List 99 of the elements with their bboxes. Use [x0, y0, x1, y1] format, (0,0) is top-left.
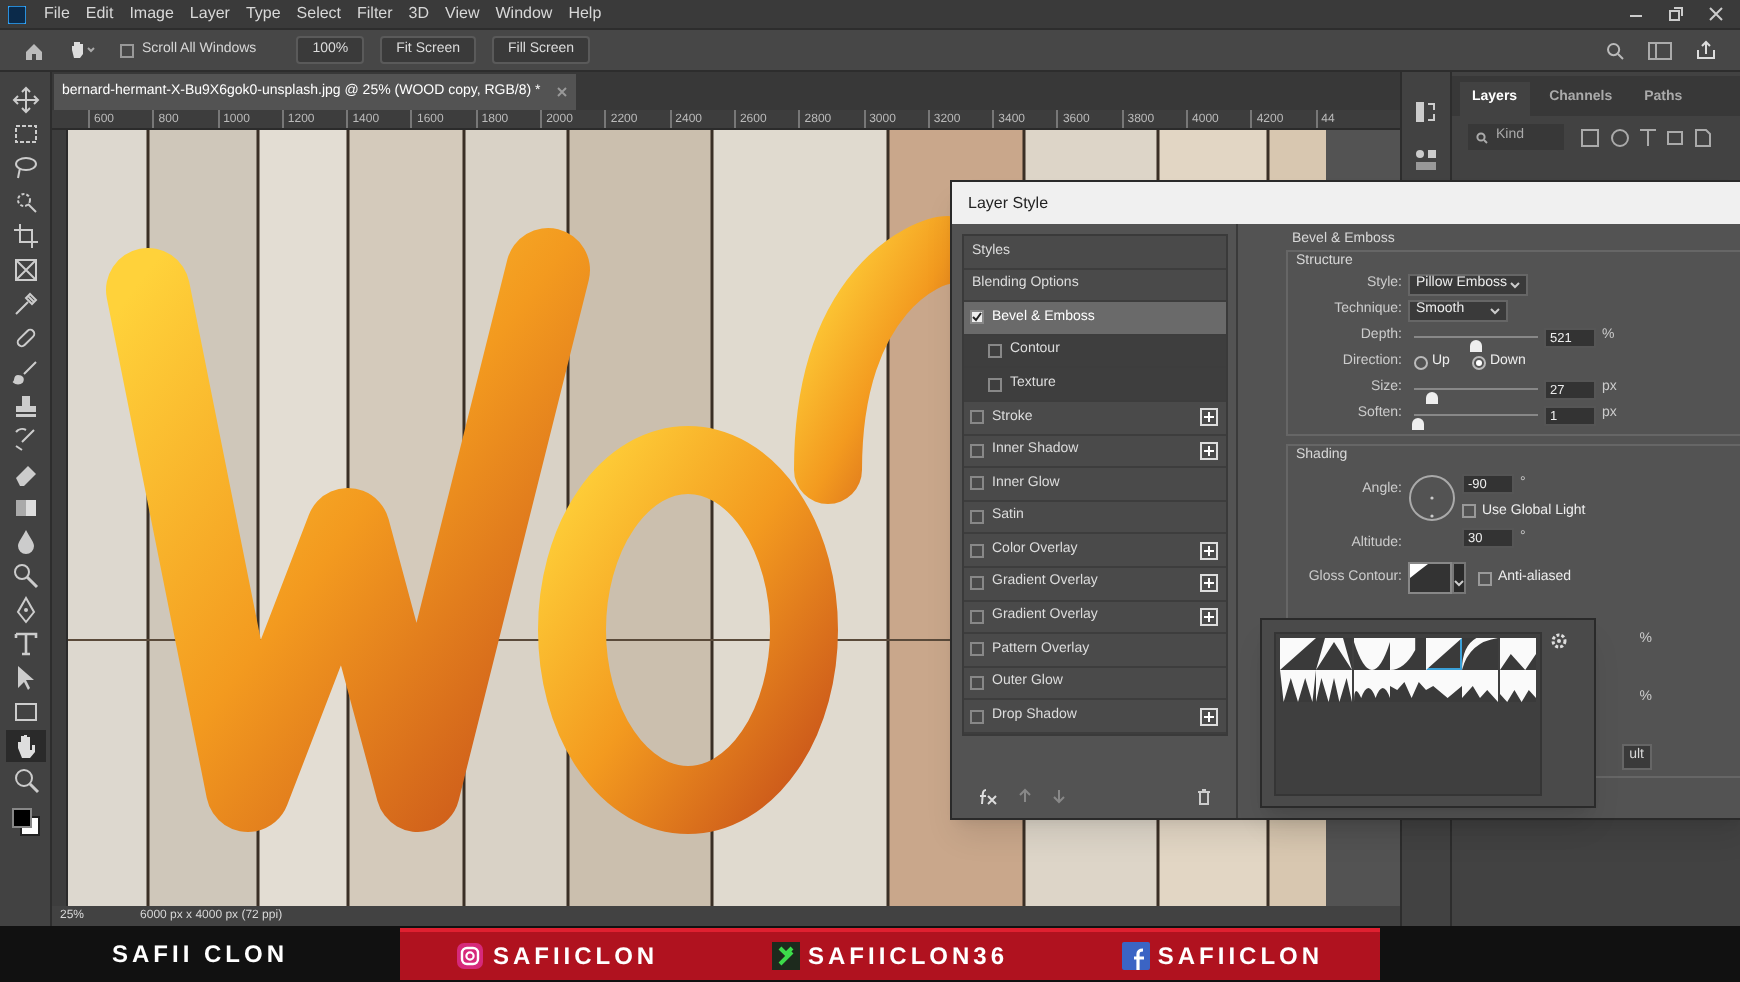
gear-icon[interactable] — [1550, 632, 1568, 650]
menu-item[interactable]: View — [445, 2, 480, 26]
home-icon[interactable] — [24, 41, 44, 59]
dropdown-button[interactable] — [1452, 562, 1466, 594]
type-tool-icon — [11, 630, 39, 658]
contour-preset[interactable] — [1280, 670, 1316, 702]
history-icon[interactable] — [1414, 100, 1438, 124]
chevron-down-icon — [1490, 307, 1500, 315]
gradient-tool-icon — [11, 494, 39, 522]
menu-item[interactable]: Filter — [357, 2, 393, 26]
menu-item[interactable]: 3D — [408, 2, 430, 26]
frame-tool-icon — [11, 256, 39, 284]
menu-item[interactable]: Type — [245, 2, 281, 26]
checkbox[interactable] — [988, 344, 1002, 359]
search-icon — [1476, 131, 1488, 143]
workspace-icon[interactable] — [1648, 41, 1672, 59]
radio-button[interactable] — [1414, 356, 1428, 370]
add-icon[interactable] — [1200, 541, 1218, 560]
hand-icon[interactable] — [68, 40, 96, 60]
brush-tool-icon — [11, 358, 39, 386]
fx-icon[interactable] — [978, 787, 998, 805]
f-logo-icon — [1121, 942, 1150, 970]
search-icon[interactable] — [1606, 41, 1624, 59]
x-logo-icon — [771, 942, 800, 970]
menu-item[interactable]: Layer — [189, 2, 230, 26]
add-icon[interactable] — [1200, 574, 1218, 593]
angle-dial-icon[interactable] — [1408, 474, 1456, 522]
contour-preset[interactable] — [1426, 670, 1463, 702]
dialog-title-bar: Layer Style — [952, 182, 1740, 224]
slider-thumb[interactable] — [1470, 340, 1482, 352]
checkbox[interactable] — [1462, 504, 1476, 519]
crop-tool-icon — [11, 222, 39, 250]
select-tool-icon — [11, 188, 39, 216]
healing-tool-icon — [11, 324, 39, 352]
contour-preset[interactable] — [1389, 670, 1426, 702]
contour-preset[interactable] — [1316, 638, 1353, 670]
add-icon[interactable] — [1200, 441, 1218, 460]
tool-button[interactable] — [5, 730, 45, 762]
checkbox[interactable] — [970, 510, 984, 525]
checkbox[interactable] — [970, 476, 984, 491]
radio-button[interactable] — [1471, 356, 1486, 370]
eraser-tool-icon — [11, 460, 39, 488]
restore-icon[interactable] — [1668, 6, 1684, 22]
social-handle: SAFIICLON — [492, 940, 659, 974]
checkbox[interactable] — [970, 609, 984, 624]
checkbox[interactable] — [970, 642, 984, 657]
checkbox[interactable] — [970, 310, 984, 325]
lasso-tool-icon — [11, 154, 39, 182]
share-icon[interactable] — [1696, 40, 1716, 60]
contour-preset[interactable] — [1353, 638, 1390, 670]
history-tool-icon — [11, 426, 39, 454]
marquee-tool-icon — [11, 120, 39, 148]
contour-preset[interactable] — [1280, 638, 1316, 670]
add-icon[interactable] — [1200, 607, 1218, 626]
contour-preset[interactable] — [1462, 670, 1499, 702]
menu-item[interactable]: Image — [129, 2, 174, 26]
contour-preset[interactable] — [1426, 638, 1463, 670]
menu-item[interactable]: Help — [568, 2, 602, 26]
contour-preview-icon[interactable] — [1408, 562, 1452, 594]
dodge-tool-icon — [11, 562, 39, 590]
menu-item[interactable]: File — [44, 2, 70, 26]
menu-item[interactable]: Select — [296, 2, 342, 26]
checkbox[interactable] — [970, 676, 984, 691]
checkbox[interactable] — [970, 410, 984, 425]
pen-tool-icon — [11, 596, 39, 624]
slider-thumb[interactable] — [1412, 418, 1425, 430]
social-handle: SAFIICLON36 — [807, 940, 1008, 974]
trash-icon[interactable] — [1196, 787, 1212, 805]
contour-preset[interactable] — [1462, 638, 1499, 670]
zoom-tool-icon — [11, 766, 39, 794]
menu-item[interactable]: Edit — [85, 2, 114, 26]
chevron-down-icon — [1510, 281, 1520, 289]
adjustments-icon[interactable] — [1414, 148, 1438, 172]
checkbox[interactable] — [970, 443, 984, 458]
checkbox[interactable] — [970, 543, 984, 558]
chevron-down-icon — [1454, 580, 1464, 588]
app-logo-icon[interactable] — [8, 5, 26, 23]
menu-item[interactable]: Window — [495, 2, 553, 26]
add-icon[interactable] — [1200, 707, 1218, 726]
slider-thumb[interactable] — [1426, 392, 1439, 404]
eyedropper-tool-icon — [11, 290, 39, 318]
contour-preset[interactable] — [1499, 638, 1536, 670]
shape-tool-icon — [11, 698, 39, 726]
stamp-tool-icon — [11, 392, 39, 420]
contour-preset[interactable] — [1499, 670, 1536, 702]
camera-logo-icon — [456, 942, 485, 970]
checkbox[interactable] — [970, 709, 984, 724]
close-icon[interactable] — [1708, 6, 1724, 22]
checkbox[interactable] — [988, 377, 1002, 392]
checkbox[interactable] — [120, 43, 134, 57]
checkbox[interactable] — [1478, 571, 1492, 585]
add-icon[interactable] — [1200, 408, 1218, 427]
color-swatches-icon[interactable] — [11, 808, 39, 836]
contour-preset[interactable] — [1316, 670, 1353, 702]
social-handle: SAFIICLON — [1157, 940, 1324, 974]
move-tool-icon — [11, 86, 39, 114]
checkbox[interactable] — [970, 576, 984, 591]
channel-name: SAFII CLON — [112, 938, 288, 972]
contour-preset[interactable] — [1353, 670, 1390, 702]
